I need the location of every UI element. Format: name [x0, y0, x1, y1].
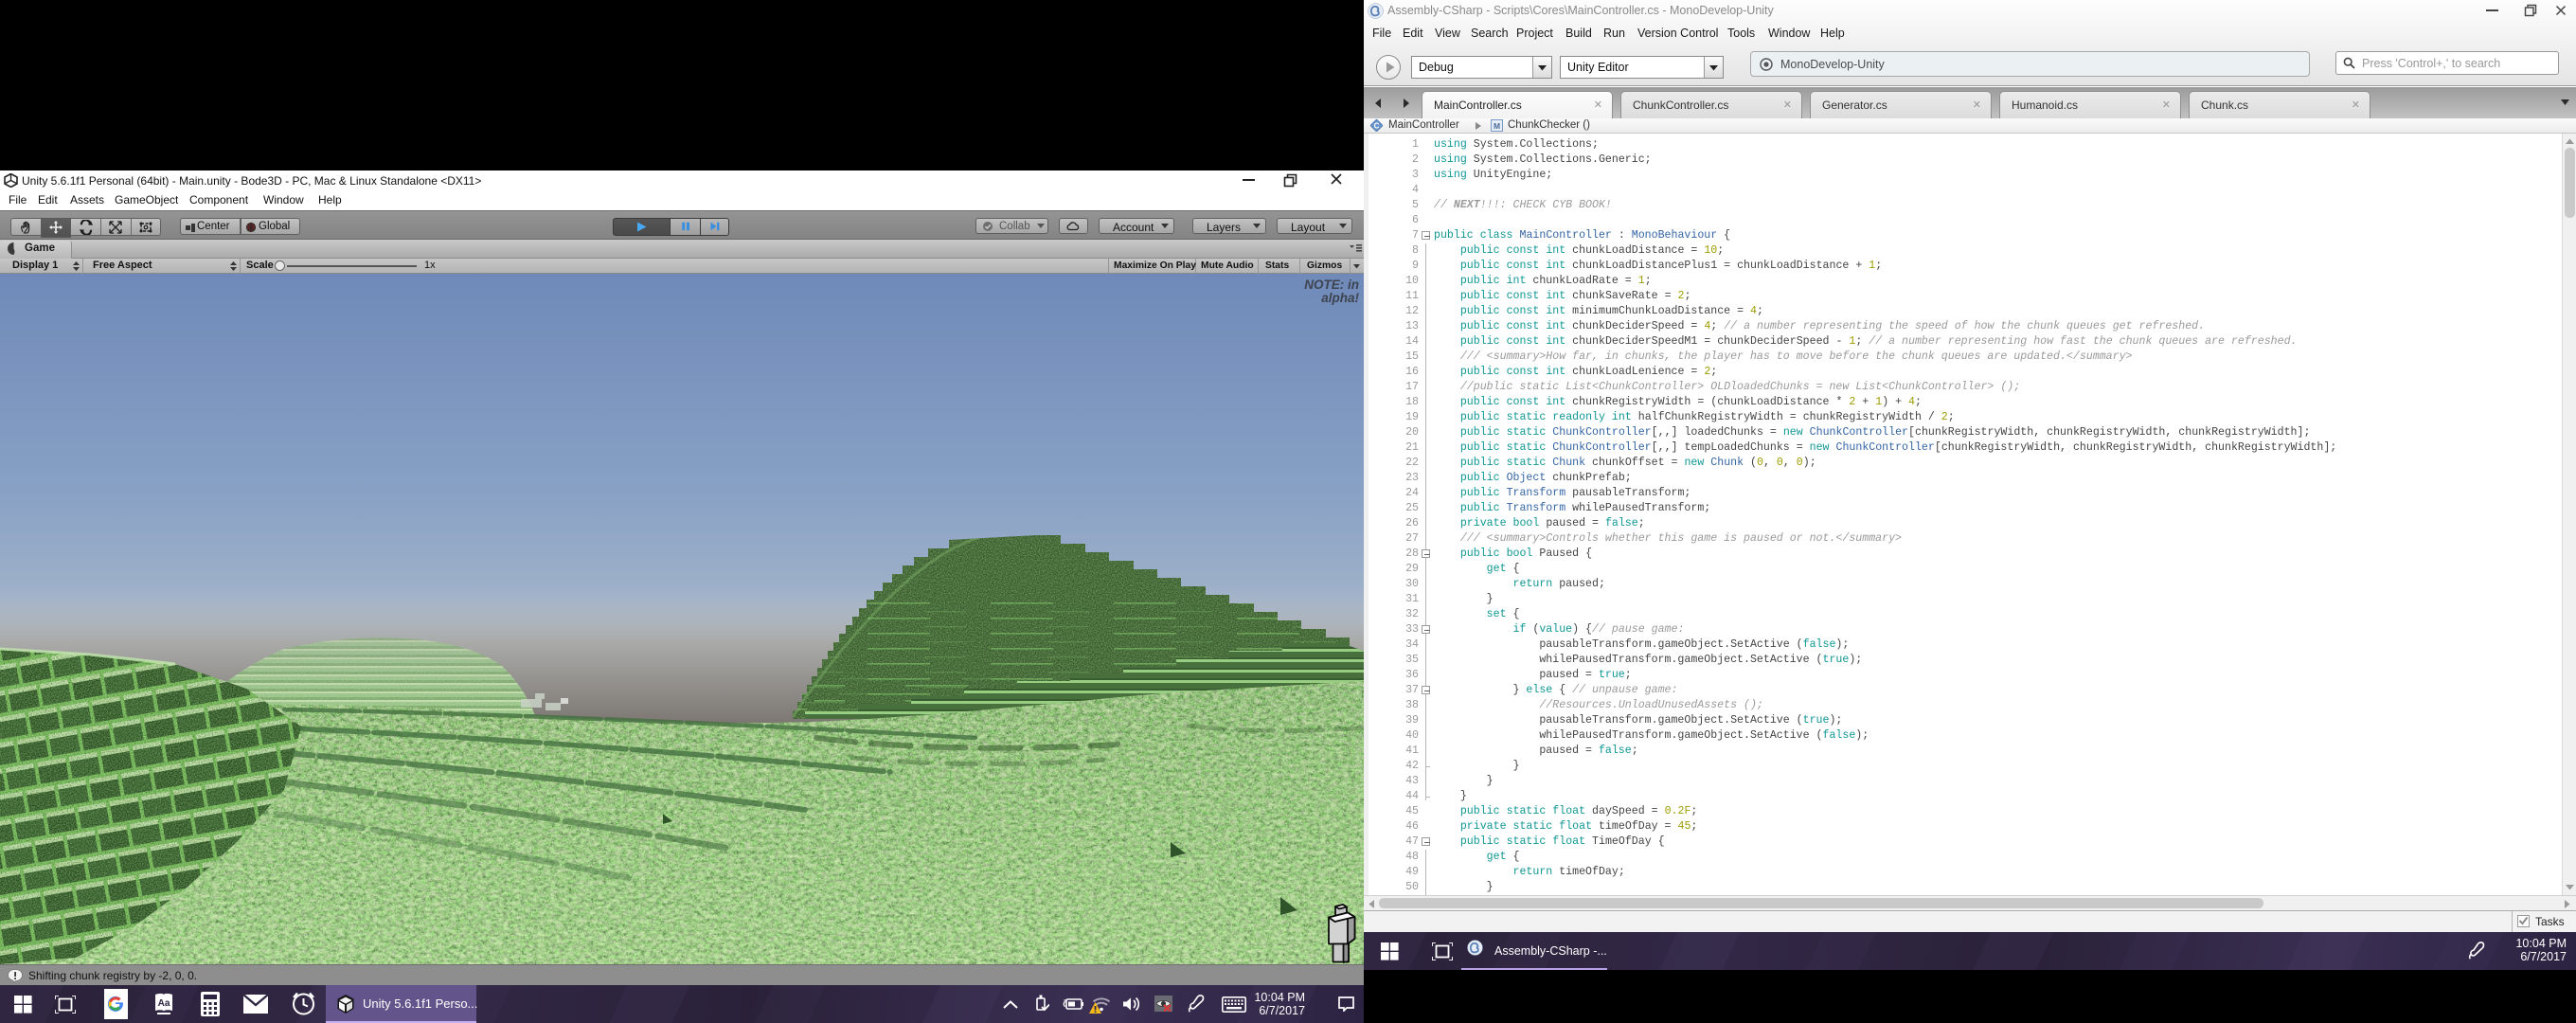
svg-text:M: M	[1494, 121, 1500, 131]
svg-text:C: C	[1374, 121, 1380, 130]
svg-text:Aa: Aa	[158, 998, 170, 1009]
